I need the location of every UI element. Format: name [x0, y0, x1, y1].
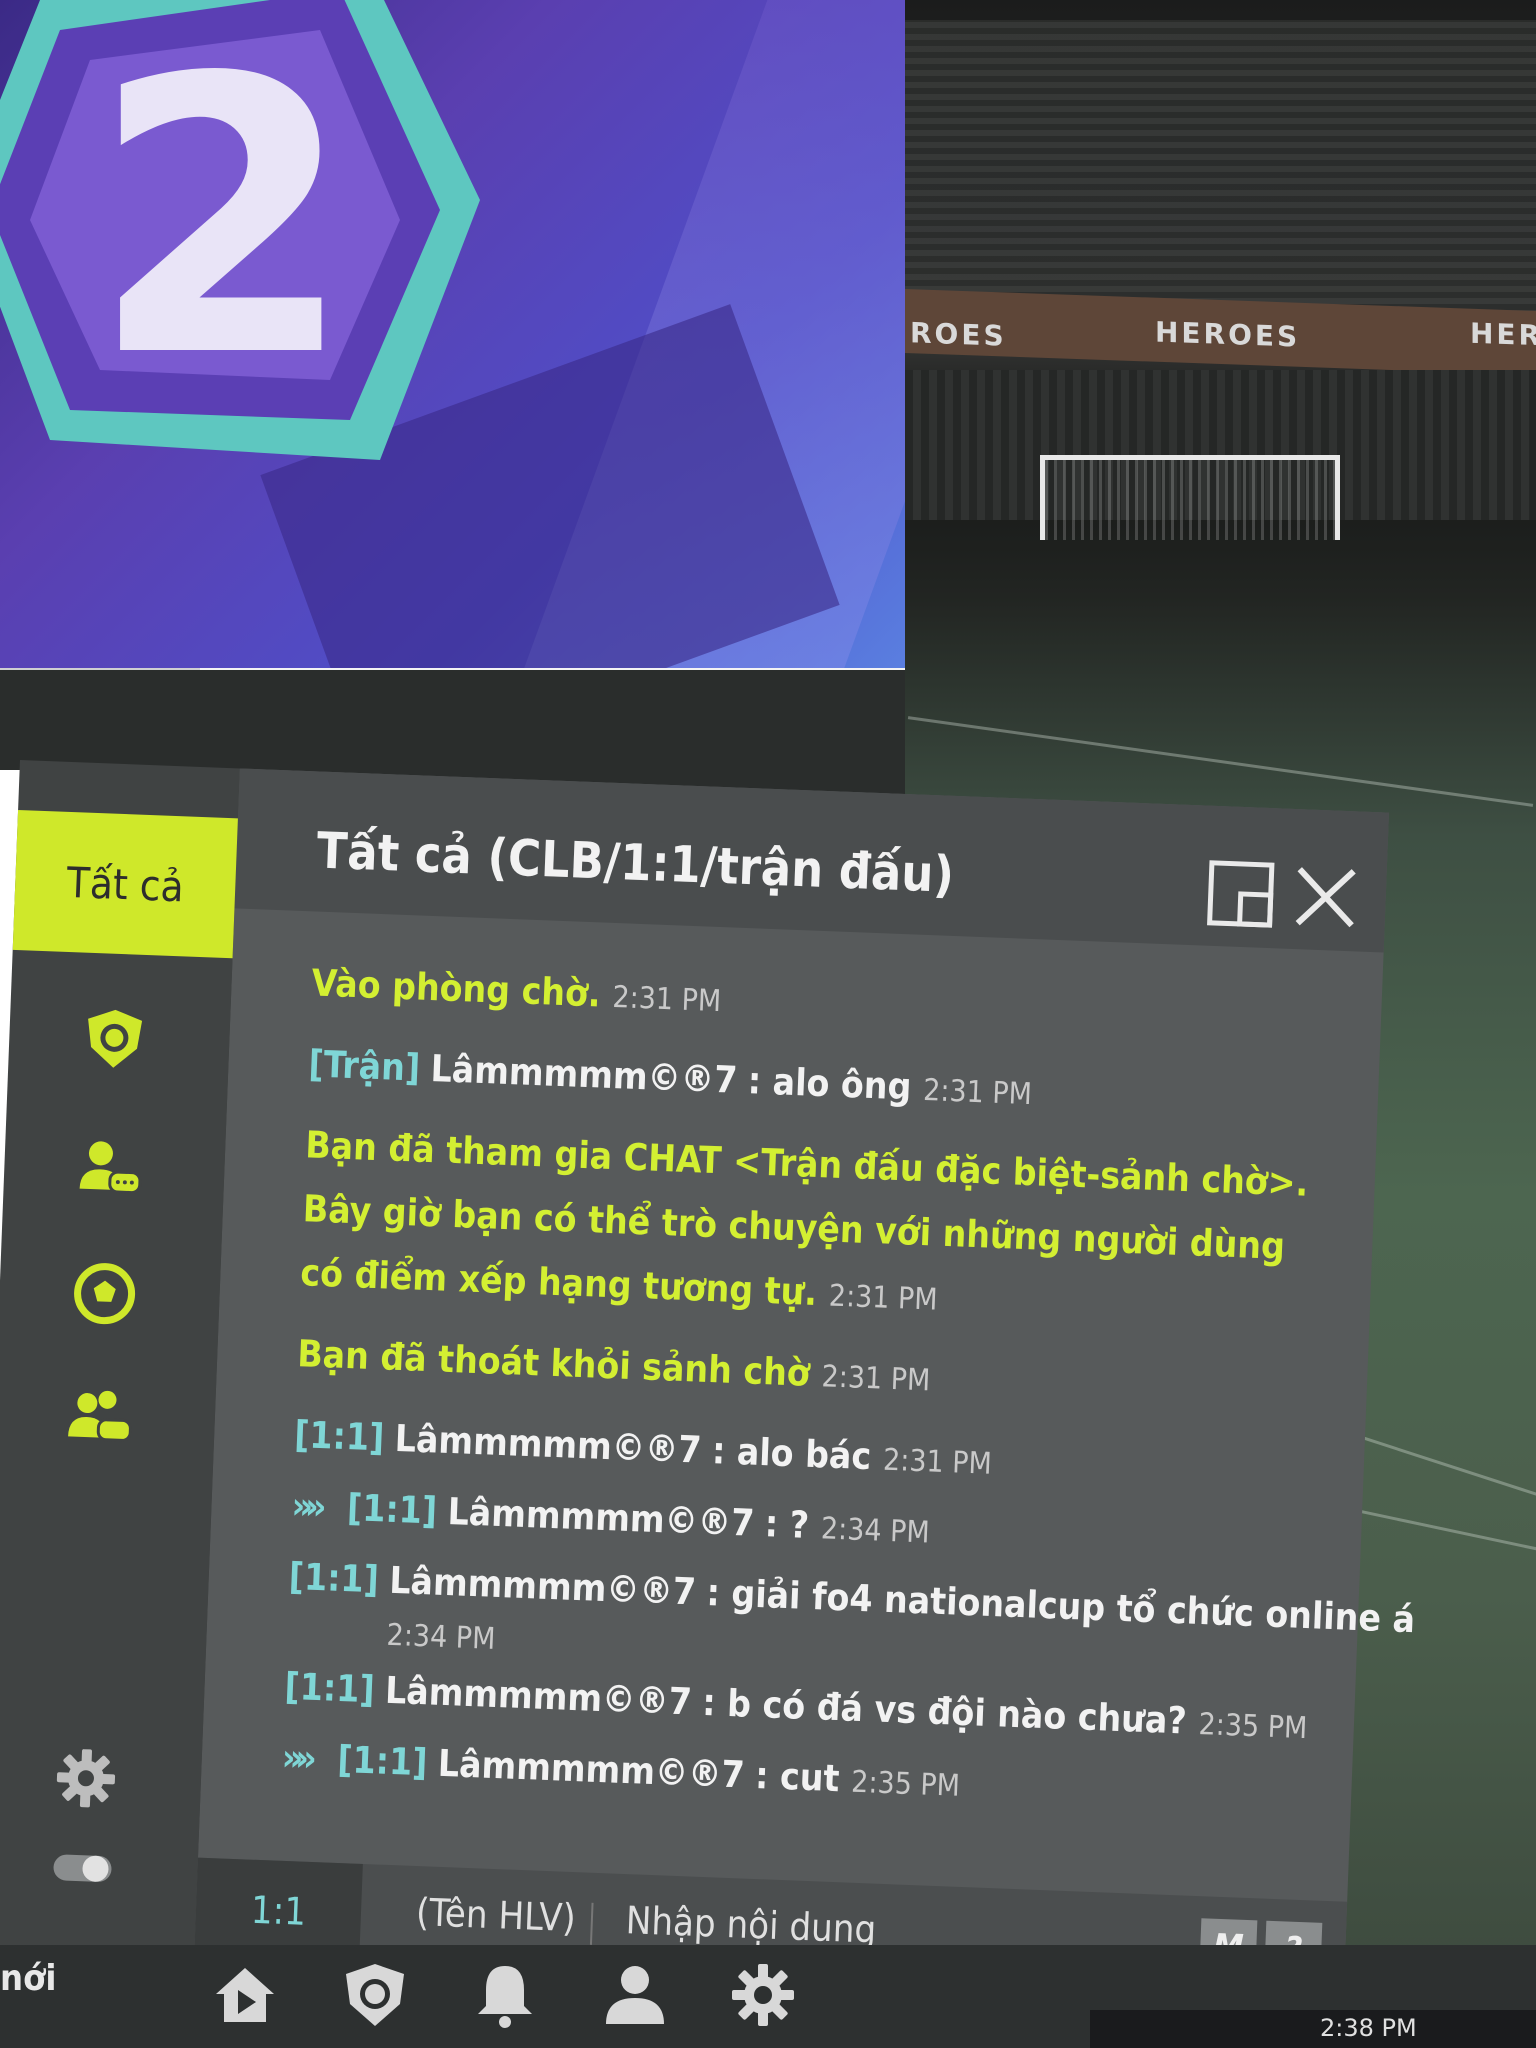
message-time: 2:35 PM [850, 1764, 961, 1804]
message-sender[interactable]: Lâmmmmm©®7 [447, 1490, 755, 1545]
message-sender[interactable]: Lâmmmmm©®7 [384, 1669, 692, 1724]
settings-gear-icon[interactable] [50, 1742, 123, 1815]
user-chat-icon[interactable] [73, 1132, 146, 1205]
svg-text:2: 2 [90, 0, 354, 440]
message-time: 2:34 PM [820, 1511, 931, 1551]
message-text: Bạn đã thoát khỏi sảnh chờ [296, 1332, 811, 1395]
message-time: 2:31 PM [882, 1442, 993, 1482]
message-text: Bạn đã tham gia CHAT <Trận đấu đặc biệt-… [299, 1123, 1310, 1314]
close-icon[interactable] [1289, 861, 1362, 934]
windows-taskbar [1090, 2010, 1536, 2048]
message-time: 2:31 PM [611, 979, 722, 1020]
stadium-stands [905, 20, 1536, 310]
whisper-arrow-icon: »» [281, 1735, 310, 1780]
whisper-arrow-icon: »» [290, 1483, 320, 1528]
message-time: 2:31 PM [828, 1278, 939, 1318]
message-channel-tag: [1:1] [288, 1554, 380, 1602]
recipient-name-field[interactable]: (Tên HLV) [415, 1890, 576, 1940]
notification-bell-icon[interactable] [470, 1960, 540, 2030]
message-input[interactable]: Nhập nội dung [625, 1898, 877, 1952]
ad-board-text: HEROES [1155, 315, 1301, 354]
input-divider [589, 1902, 594, 1945]
home-icon[interactable] [210, 1960, 280, 2030]
message-sender[interactable]: Lâmmmmm©®7 [430, 1047, 738, 1102]
message-channel-tag: [1:1] [336, 1737, 429, 1785]
message-channel-tag: [1:1] [283, 1664, 376, 1712]
club-shield-icon[interactable] [78, 1003, 151, 1076]
banner-strip [0, 668, 200, 670]
bottom-nav-text: nới [0, 1958, 57, 1999]
ad-board-text: ROES [910, 316, 1007, 353]
message-list: Vào phòng chờ. 2:31 PM [Trận] Lâmmmmm©®7 … [280, 951, 1416, 1845]
message-time: 2:35 PM [1197, 1706, 1308, 1747]
toggle-switch-icon[interactable] [46, 1832, 119, 1905]
settings-gear-icon[interactable] [728, 1960, 798, 2030]
ad-board-text: HER [1470, 316, 1536, 353]
group-chat-icon[interactable] [63, 1382, 136, 1455]
message-time: 2:31 PM [820, 1359, 931, 1399]
tab-all-label: Tất cả [65, 857, 185, 911]
message-text: : alo bác [711, 1429, 873, 1479]
message-sender[interactable]: Lâmmmmm©®7 [389, 1559, 697, 1614]
message-sender[interactable]: Lâmmmmm©®7 [394, 1417, 702, 1472]
channel-selector-label: 1:1 [250, 1887, 307, 1934]
profile-icon[interactable] [600, 1960, 670, 2030]
pitch-line [907, 716, 1534, 807]
message-text: Vào phòng chờ. [310, 961, 602, 1016]
number-badge-graphic: 2 [0, 0, 480, 460]
message-text: : b có đá vs đội nào chưa? [701, 1680, 1188, 1743]
message-text: : cut [754, 1753, 841, 1801]
message-time: 2:31 PM [922, 1072, 1033, 1113]
banner-strip [200, 668, 905, 670]
message-channel-tag: [1:1] [346, 1486, 438, 1533]
club-shield-icon[interactable] [340, 1960, 410, 2030]
tab-all[interactable]: Tất cả [12, 809, 238, 959]
event-banner: 2 [0, 0, 905, 670]
system-message: Bạn đã tham gia CHAT <Trận đấu đặc biệt-… [299, 1113, 1316, 1347]
message-sender[interactable]: Lâmmmmm©®7 [437, 1742, 745, 1797]
message-text: : alo ông [747, 1059, 913, 1109]
message-channel-tag: [1:1] [293, 1413, 386, 1460]
message-channel-tag: [Trận] [307, 1042, 421, 1090]
chat-panel: Tất cả Tất cả (CLB/1:1/trận đấu) Vào phò… [0, 760, 1416, 2002]
taskbar-clock[interactable]: 2:38 PM [1320, 2014, 1417, 2042]
goal-net [1040, 455, 1340, 540]
soccer-ball-icon[interactable] [68, 1257, 141, 1330]
window-mode-icon[interactable] [1204, 858, 1277, 931]
message-text: : ? [764, 1502, 810, 1547]
